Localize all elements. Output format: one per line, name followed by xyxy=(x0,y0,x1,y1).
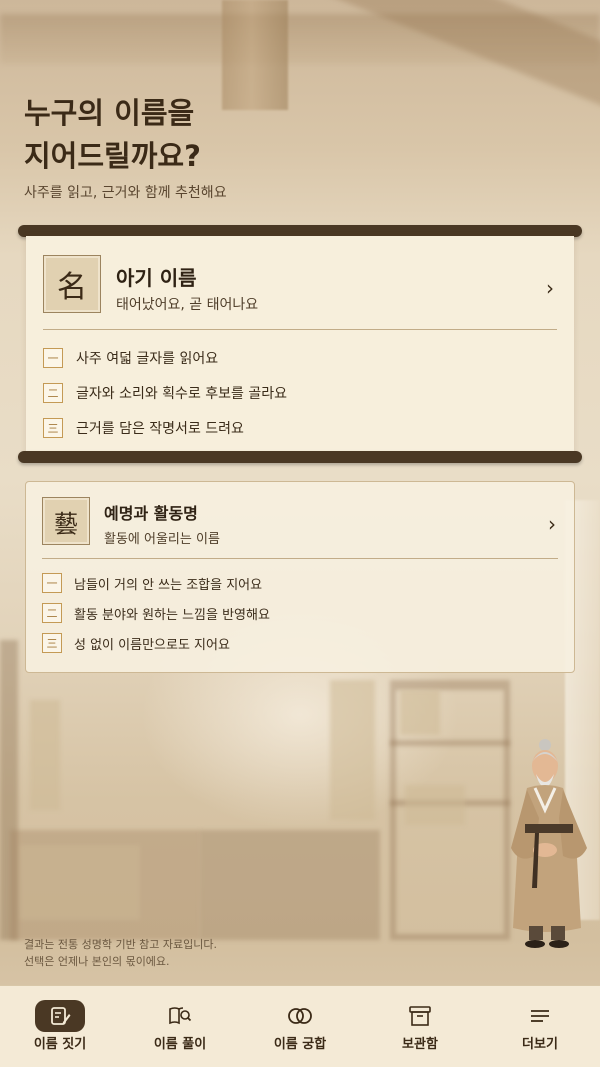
card-subtitle: 태어났어요, 곧 태어나요 xyxy=(116,297,259,313)
card-divider xyxy=(43,329,557,330)
page-title: 누구의 이름을 지어드릴까요? xyxy=(24,92,444,178)
disclaimer-line1: 결과는 전통 성명학 기반 참고 자료입니다. xyxy=(24,938,218,951)
chevron-right-icon: › xyxy=(548,512,556,536)
step-text: 사주 여덟 글자를 읽어요 xyxy=(76,351,219,367)
step-text: 근거를 담은 작명서로 드려요 xyxy=(76,421,244,437)
nav-label: 보관함 xyxy=(402,1037,438,1052)
chevron-right-icon: › xyxy=(546,276,554,300)
archive-box-icon xyxy=(395,1000,445,1032)
step-text: 성 없이 이름만으로도 지어요 xyxy=(74,637,230,653)
page-subtitle: 사주를 읽고, 근거와 함께 추천해요 xyxy=(24,185,227,201)
step-item: 二 글자와 소리와 획수로 후보를 골라요 xyxy=(43,383,287,403)
step-item: 三 성 없이 이름만으로도 지어요 xyxy=(42,633,230,653)
step-item: 三 근거를 담은 작명서로 드려요 xyxy=(43,418,244,438)
step-number-icon: 三 xyxy=(43,418,63,438)
step-item: 二 활동 분야와 원하는 느낌을 반영해요 xyxy=(42,603,270,623)
nav-tab-name-match[interactable]: 이름 궁합 xyxy=(240,986,360,1067)
step-item: 一 사주 여덟 글자를 읽어요 xyxy=(43,348,218,368)
card-title: 예명과 활동명 xyxy=(104,504,198,523)
step-number-icon: 一 xyxy=(42,573,62,593)
scroll-rod-bottom xyxy=(18,451,582,463)
baby-name-card[interactable]: 名 아기 이름 태어났어요, 곧 태어나요 › 一 사주 여덟 글자를 읽어요 … xyxy=(26,236,574,454)
nav-label: 더보기 xyxy=(522,1037,558,1052)
nav-tab-more[interactable]: 더보기 xyxy=(480,986,600,1067)
step-number-icon: 三 xyxy=(42,633,62,653)
card-title: 아기 이름 xyxy=(116,266,197,290)
card-divider xyxy=(42,558,558,559)
nav-label: 이름 궁합 xyxy=(273,1037,327,1052)
nav-label: 이름 풀이 xyxy=(153,1037,207,1052)
overlap-circles-icon xyxy=(275,1000,325,1032)
step-text: 남들이 거의 안 쓰는 조합을 지어요 xyxy=(74,577,263,593)
bottom-navigation: 이름 짓기 이름 풀이 이름 궁합 보관함 더보기 xyxy=(0,985,600,1067)
book-search-icon xyxy=(155,1000,205,1032)
nav-tab-name-create[interactable]: 이름 짓기 xyxy=(0,986,120,1067)
card-subtitle: 활동에 어울리는 이름 xyxy=(104,532,220,547)
stage-name-card[interactable]: 藝 예명과 활동명 활동에 어울리는 이름 › 一 남들이 거의 안 쓰는 조합… xyxy=(25,481,575,673)
page-title-line1: 누구의 이름을 xyxy=(24,96,195,130)
step-number-icon: 二 xyxy=(42,603,62,623)
step-item: 一 남들이 거의 안 쓰는 조합을 지어요 xyxy=(42,573,262,593)
step-number-icon: 一 xyxy=(43,348,63,368)
disclaimer-line2: 선택은 언제나 본인의 몫이에요. xyxy=(24,955,170,968)
pencil-note-icon xyxy=(35,1000,85,1032)
step-text: 활동 분야와 원하는 느낌을 반영해요 xyxy=(74,607,270,623)
nav-tab-name-analysis[interactable]: 이름 풀이 xyxy=(120,986,240,1067)
menu-lines-icon xyxy=(515,1000,565,1032)
nav-label: 이름 짓기 xyxy=(33,1037,87,1052)
nav-tab-storage[interactable]: 보관함 xyxy=(360,986,480,1067)
step-number-icon: 二 xyxy=(43,383,63,403)
disclaimer: 결과는 전통 성명학 기반 참고 자료입니다. 선택은 언제나 본인의 몫이에요… xyxy=(24,936,217,970)
art-seal-icon: 藝 xyxy=(42,497,90,545)
sage-character-illustration xyxy=(511,739,587,948)
page-title-line2: 지어드릴까요? xyxy=(24,139,201,173)
step-text: 글자와 소리와 획수로 후보를 골라요 xyxy=(76,386,287,402)
name-seal-icon: 名 xyxy=(43,255,101,313)
